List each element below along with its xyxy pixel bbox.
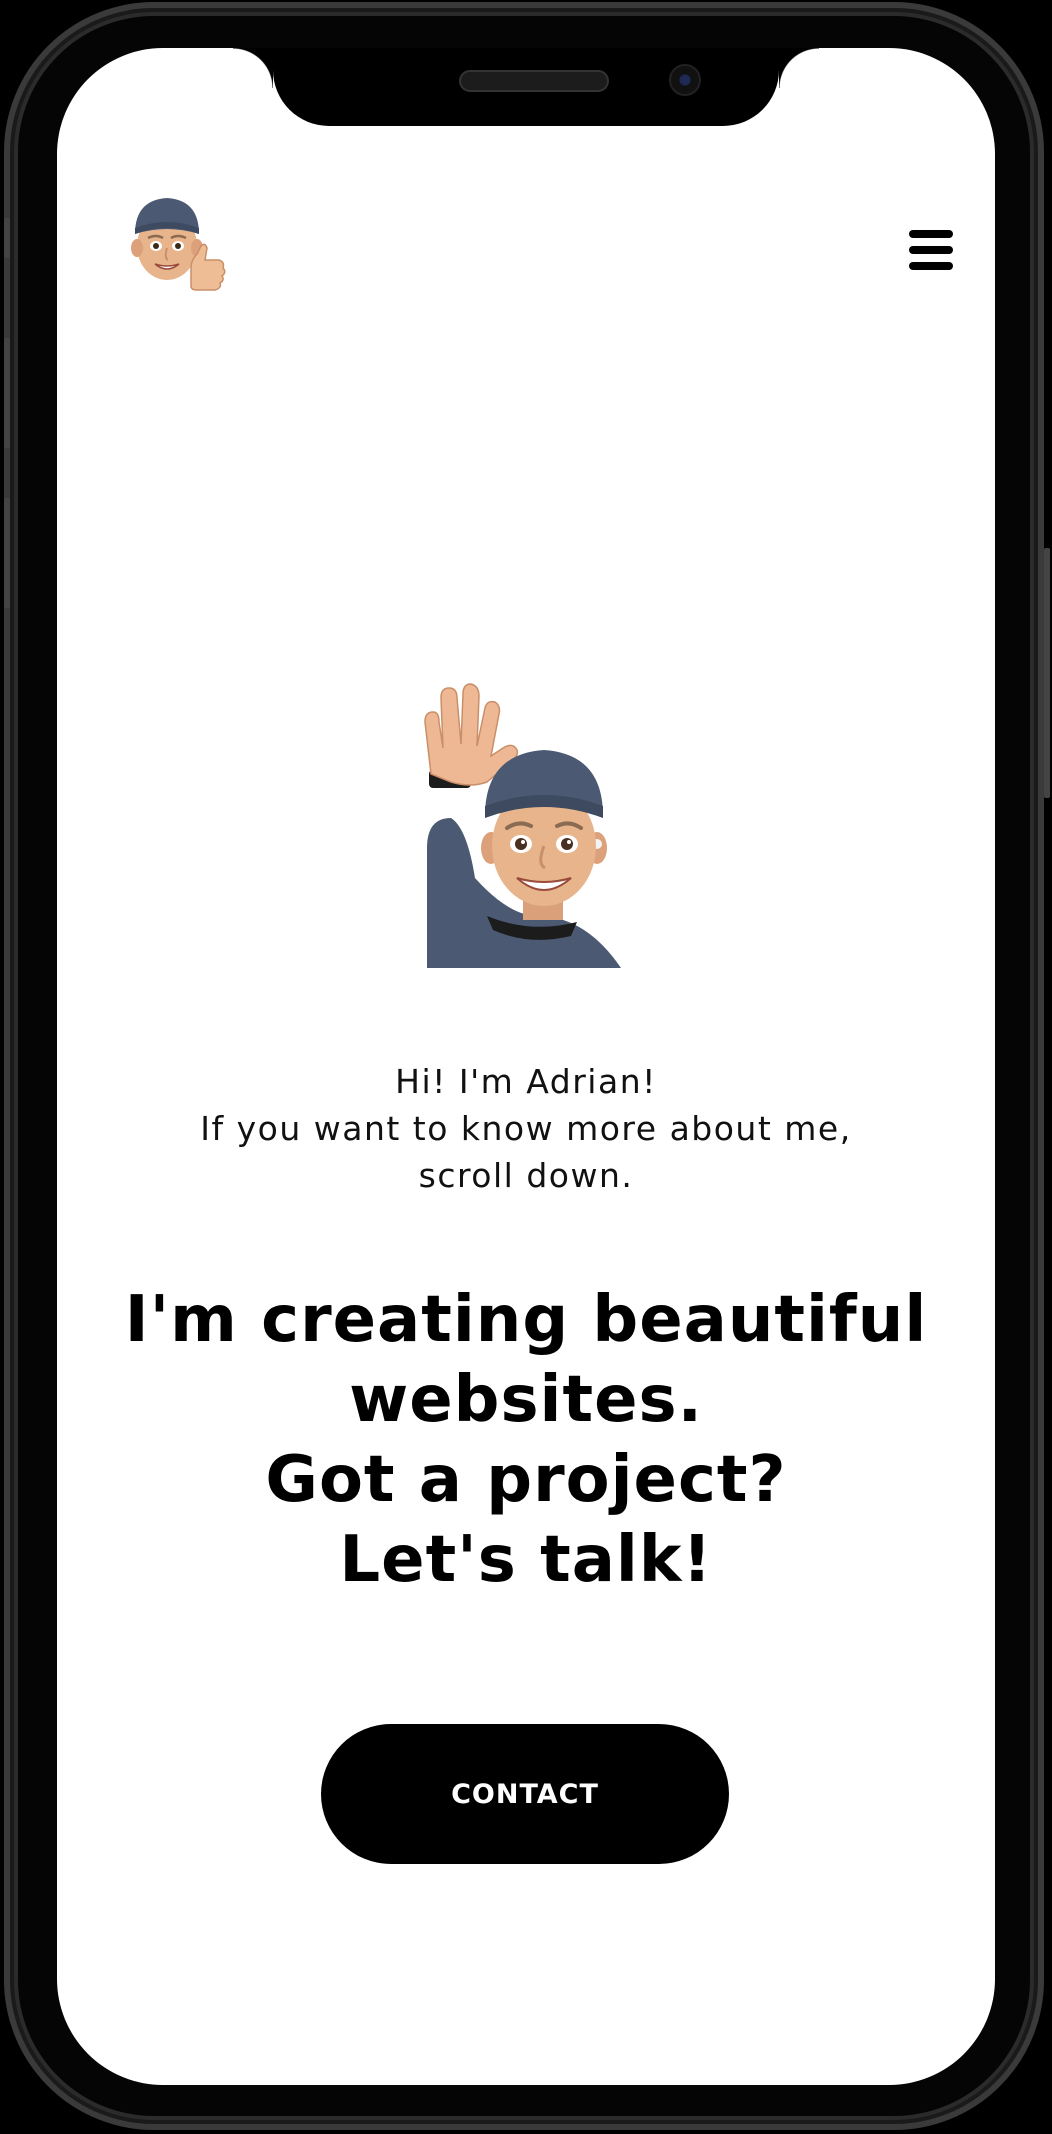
- memoji-thumbs-up-icon[interactable]: [117, 188, 237, 308]
- headline-line-2: Got a project? Let's talk!: [265, 1443, 787, 1597]
- volume-down-button: [4, 498, 10, 608]
- greeting-text: Hi! I'm Adrian!: [395, 1062, 657, 1101]
- scroll-hint-text: If you want to know more about me, scrol…: [200, 1109, 852, 1195]
- contact-button-label: CONTACT: [451, 1778, 599, 1810]
- memoji-waving-icon: [424, 683, 621, 968]
- contact-button[interactable]: CONTACT: [321, 1724, 729, 1864]
- menu-bar: [909, 262, 953, 270]
- hamburger-menu-icon[interactable]: [907, 226, 955, 274]
- notch: [233, 48, 819, 126]
- speaker-grille: [459, 70, 609, 92]
- menu-bar: [909, 246, 953, 254]
- headline-line-1: I'm creating beautiful websites.: [124, 1283, 928, 1437]
- power-button: [1044, 548, 1050, 798]
- menu-bar: [909, 230, 953, 238]
- intro-text: Hi! I'm Adrian! If you want to know more…: [117, 1058, 935, 1199]
- silent-switch: [4, 218, 10, 258]
- volume-up-button: [4, 338, 10, 448]
- front-camera: [669, 64, 701, 96]
- screen: Hi! I'm Adrian! If you want to know more…: [57, 48, 995, 2085]
- headline: I'm creating beautiful websites. Got a p…: [117, 1280, 935, 1600]
